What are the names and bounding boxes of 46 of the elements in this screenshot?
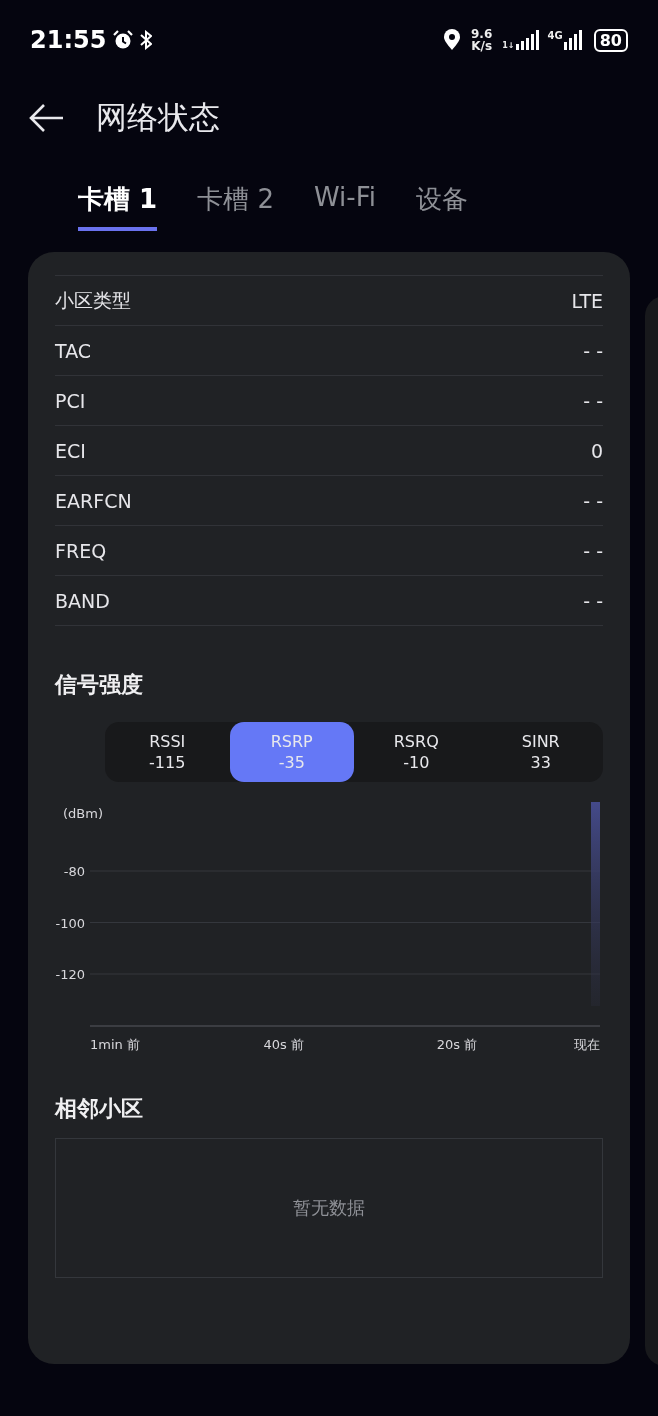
empty-message: 暂无数据 [293, 1196, 365, 1220]
x-axis-label: 1min 前 [90, 1037, 140, 1052]
speed-value: 9.6 [471, 28, 493, 40]
info-value: 0 [590, 439, 603, 462]
x-axis-label: 现在 [574, 1037, 600, 1052]
x-axis-label: 20s 前 [436, 1037, 478, 1052]
info-value: - - [583, 389, 603, 412]
section-title: 信号强度 [55, 671, 144, 699]
signal-icon [515, 30, 542, 50]
metric-option[interactable]: SINR 33 [478, 722, 603, 782]
info-label: ECI [55, 439, 86, 462]
info-value: - - [583, 539, 603, 562]
speed-unit: K/s [471, 40, 493, 52]
clock-time: 21:55 [30, 26, 107, 54]
tab[interactable]: 卡槽 2 [197, 174, 274, 231]
y-axis-label: -80 [63, 864, 85, 879]
tab[interactable]: 卡槽 1 [78, 174, 158, 231]
network-type-label: 4G [547, 30, 563, 41]
info-value: - - [583, 589, 603, 612]
alarm-icon [112, 29, 135, 51]
info-label: EARFCN [55, 489, 132, 512]
bluetooth-icon [140, 30, 153, 50]
section-title: 相邻小区 [55, 1095, 144, 1123]
y-axis-label: -100 [55, 915, 85, 931]
x-axis-label: 40s 前 [263, 1037, 304, 1052]
back-button[interactable] [28, 103, 64, 133]
info-value: - - [583, 489, 603, 512]
data-activity-label: 1↓ [502, 41, 515, 50]
axis-unit-label: (dBm) [63, 806, 103, 821]
page-title: 网络状态 [96, 98, 220, 137]
info-label: 小区类型 [55, 287, 131, 313]
back-arrow-icon [28, 103, 64, 133]
tab[interactable]: 设备 [416, 174, 468, 231]
battery-indicator: 80 [593, 28, 628, 52]
info-label: TAC [55, 339, 92, 362]
metric-option[interactable]: RSSI -115 [105, 722, 230, 782]
tab[interactable]: Wi-Fi [313, 174, 376, 226]
signal-icon [563, 30, 584, 50]
info-value: - - [583, 339, 603, 362]
y-axis-label: -120 [55, 967, 85, 982]
info-label: FREQ [55, 539, 107, 562]
info-value: LTE [571, 289, 603, 312]
location-icon [443, 29, 461, 51]
metric-option[interactable]: RSRQ -10 [354, 722, 479, 782]
info-label: BAND [55, 589, 110, 612]
info-label: PCI [55, 389, 86, 412]
